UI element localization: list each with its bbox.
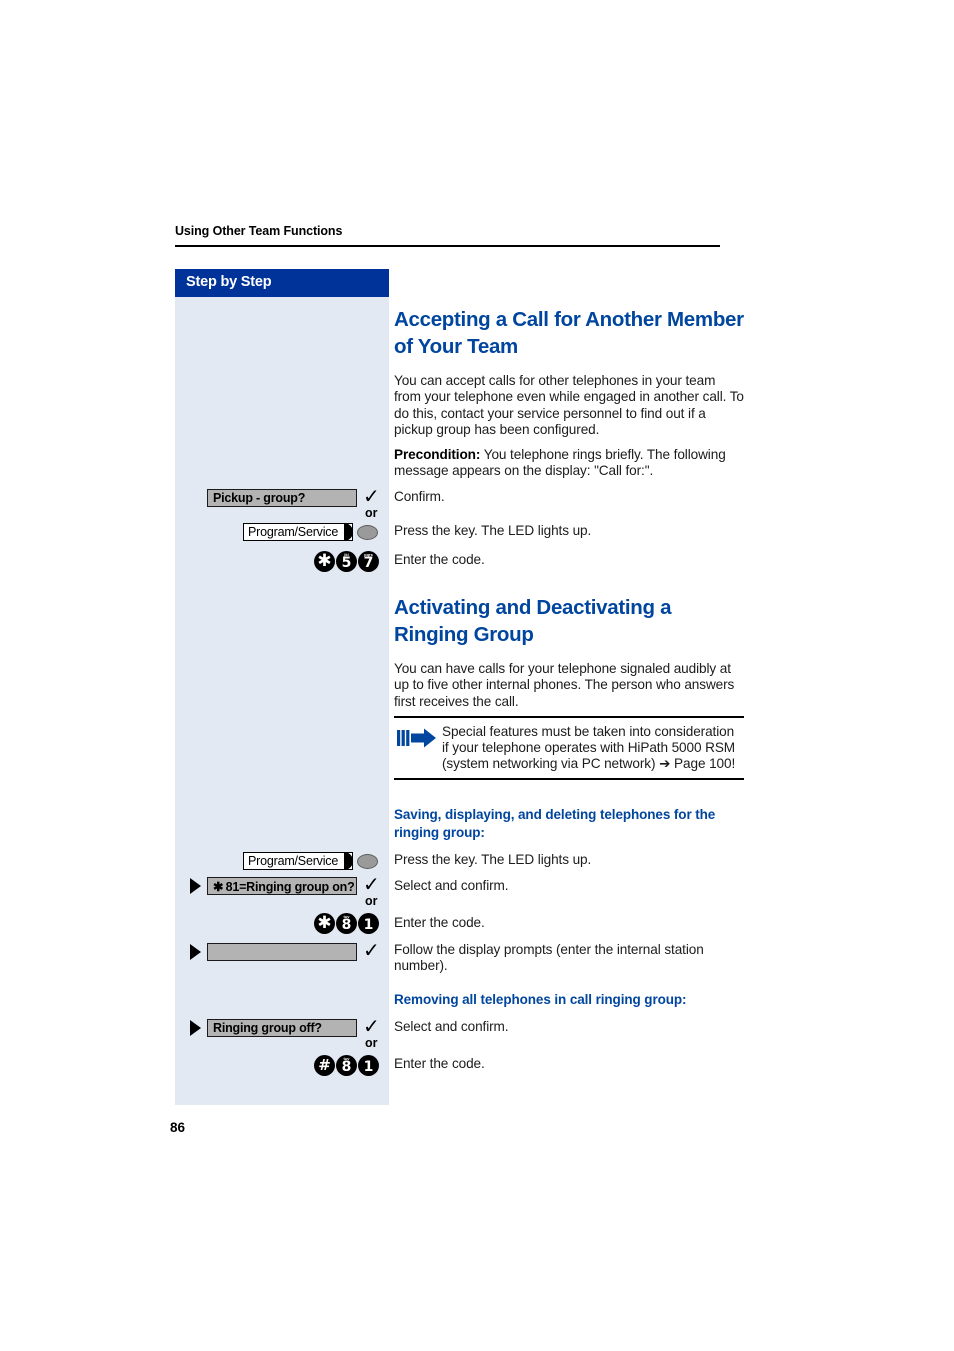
section-heading-accepting-call: Accepting a Call for Another Member of Y… bbox=[394, 308, 744, 358]
note-box: Special features must be taken into cons… bbox=[394, 716, 744, 780]
or-label-1: or bbox=[365, 506, 378, 520]
keypad-key-star[interactable]: ✱ bbox=[314, 913, 335, 934]
keypad-code-81[interactable]: ✱ tuv 8 1 bbox=[314, 913, 379, 934]
program-service-key-1-box: Program/Service bbox=[243, 523, 354, 541]
keypad-key-8-sup: tuv bbox=[343, 1056, 350, 1061]
keypad-key-8-digit: 8 bbox=[341, 1058, 352, 1075]
running-header: Using Other Team Functions bbox=[175, 224, 343, 238]
step-arrow-icon-1 bbox=[190, 878, 201, 894]
or-label-2: or bbox=[365, 894, 378, 908]
display-field-ringing-group-off-label: Ringing group off? bbox=[213, 1021, 322, 1035]
blue-arrow-icon bbox=[397, 728, 437, 748]
confirm-checkmark-ringing-off: ✓ bbox=[363, 1014, 380, 1038]
keypad-key-5-digit: 5 bbox=[341, 554, 352, 571]
confirm-checkmark-ringing-on: ✓ bbox=[363, 872, 380, 896]
keypad-code-hash-81[interactable]: # tuv 8 1 bbox=[314, 1055, 379, 1076]
paragraph-accepting-call: You can accept calls for other telephone… bbox=[394, 373, 744, 437]
keypad-key-8[interactable]: tuv 8 bbox=[336, 913, 357, 934]
precondition-label: Precondition: bbox=[394, 447, 481, 462]
display-field-blank[interactable] bbox=[207, 943, 357, 961]
confirm-checkmark-pickup: ✓ bbox=[363, 484, 380, 508]
instruction-enter-code: Enter the code. bbox=[394, 552, 485, 567]
led-indicator-icon bbox=[357, 524, 379, 540]
led-indicator-icon bbox=[357, 853, 379, 869]
page-number: 86 bbox=[170, 1120, 186, 1135]
keypad-key-5-sup: jkl bbox=[344, 552, 349, 557]
program-service-key-2-label: Program/Service bbox=[248, 854, 339, 868]
key-indicator-icon bbox=[344, 852, 354, 870]
keypad-key-1[interactable]: 1 bbox=[358, 1055, 379, 1076]
display-field-pickup-group-label: Pickup - group? bbox=[213, 491, 306, 505]
program-service-key-2[interactable]: Program/Service bbox=[243, 852, 379, 870]
subheading-removing-telephones: Removing all telephones in call ringing … bbox=[394, 992, 687, 1007]
keypad-key-7-sup: pqrs bbox=[364, 552, 373, 557]
step-arrow-icon-3 bbox=[190, 1020, 201, 1036]
sidebar-title: Step by Step bbox=[186, 274, 272, 290]
sidebar-title-bar: Step by Step bbox=[175, 269, 389, 297]
step-arrow-icon-2 bbox=[190, 944, 201, 960]
program-service-key-2-box: Program/Service bbox=[243, 852, 354, 870]
step-by-step-sidebar: Step by Step bbox=[175, 269, 389, 1105]
keypad-key-star-digit: ✱ bbox=[317, 913, 332, 933]
instruction-follow-prompts: Follow the display prompts (enter the in… bbox=[394, 942, 704, 974]
paragraph-precondition: Precondition: You telephone rings briefl… bbox=[394, 447, 744, 480]
keypad-key-5[interactable]: jkl 5 bbox=[336, 551, 357, 572]
instruction-press-key-led: Press the key. The LED lights up. bbox=[394, 523, 592, 538]
paragraph-ringing-group: You can have calls for your telephone si… bbox=[394, 661, 735, 709]
confirm-checkmark-blank: ✓ bbox=[363, 938, 380, 962]
header-divider bbox=[175, 245, 720, 247]
keypad-key-8[interactable]: tuv 8 bbox=[336, 1055, 357, 1076]
program-service-key-1[interactable]: Program/Service bbox=[243, 523, 379, 541]
keypad-code-57[interactable]: ✱ jkl 5 pqrs 7 bbox=[314, 551, 379, 572]
or-label-3: or bbox=[365, 1036, 378, 1050]
keypad-key-7[interactable]: pqrs 7 bbox=[358, 551, 379, 572]
display-field-pickup-group[interactable]: Pickup - group? bbox=[207, 489, 357, 507]
note-bottom-rule bbox=[394, 778, 744, 780]
section-heading-ringing-group: Activating and Deactivating a Ringing Gr… bbox=[394, 596, 672, 646]
keypad-key-star-digit: ✱ bbox=[317, 551, 332, 571]
keypad-key-star[interactable]: ✱ bbox=[314, 551, 335, 572]
instruction-enter-code-3: Enter the code. bbox=[394, 1056, 485, 1071]
program-service-key-1-label: Program/Service bbox=[248, 525, 339, 539]
keypad-key-7-digit: 7 bbox=[363, 554, 374, 571]
keypad-key-1-digit: 1 bbox=[363, 916, 374, 933]
instruction-press-key-led-2: Press the key. The LED lights up. bbox=[394, 852, 592, 867]
keypad-key-hash[interactable]: # bbox=[314, 1055, 335, 1076]
keypad-key-1[interactable]: 1 bbox=[358, 913, 379, 934]
instruction-enter-code-2: Enter the code. bbox=[394, 915, 485, 930]
keypad-key-8-digit: 8 bbox=[341, 916, 352, 933]
note-text: Special features must be taken into cons… bbox=[442, 723, 736, 772]
keypad-key-hash-digit: # bbox=[318, 1056, 331, 1074]
subheading-saving-telephones: Saving, displaying, and deleting telepho… bbox=[394, 807, 716, 840]
note-inner: Special features must be taken into cons… bbox=[394, 718, 744, 779]
keypad-key-8-sup: tuv bbox=[343, 914, 350, 919]
instruction-confirm: Confirm. bbox=[394, 489, 445, 504]
key-indicator-icon bbox=[344, 523, 354, 541]
display-field-ringing-group-on-label: ✱ 81=Ringing group on? bbox=[213, 879, 355, 894]
keypad-key-1-digit: 1 bbox=[363, 1058, 374, 1075]
instruction-select-confirm: Select and confirm. bbox=[394, 878, 509, 893]
display-field-ringing-group-on[interactable]: ✱ 81=Ringing group on? bbox=[207, 877, 357, 895]
display-field-ringing-group-off[interactable]: Ringing group off? bbox=[207, 1019, 357, 1037]
instruction-select-confirm-2: Select and confirm. bbox=[394, 1019, 509, 1034]
